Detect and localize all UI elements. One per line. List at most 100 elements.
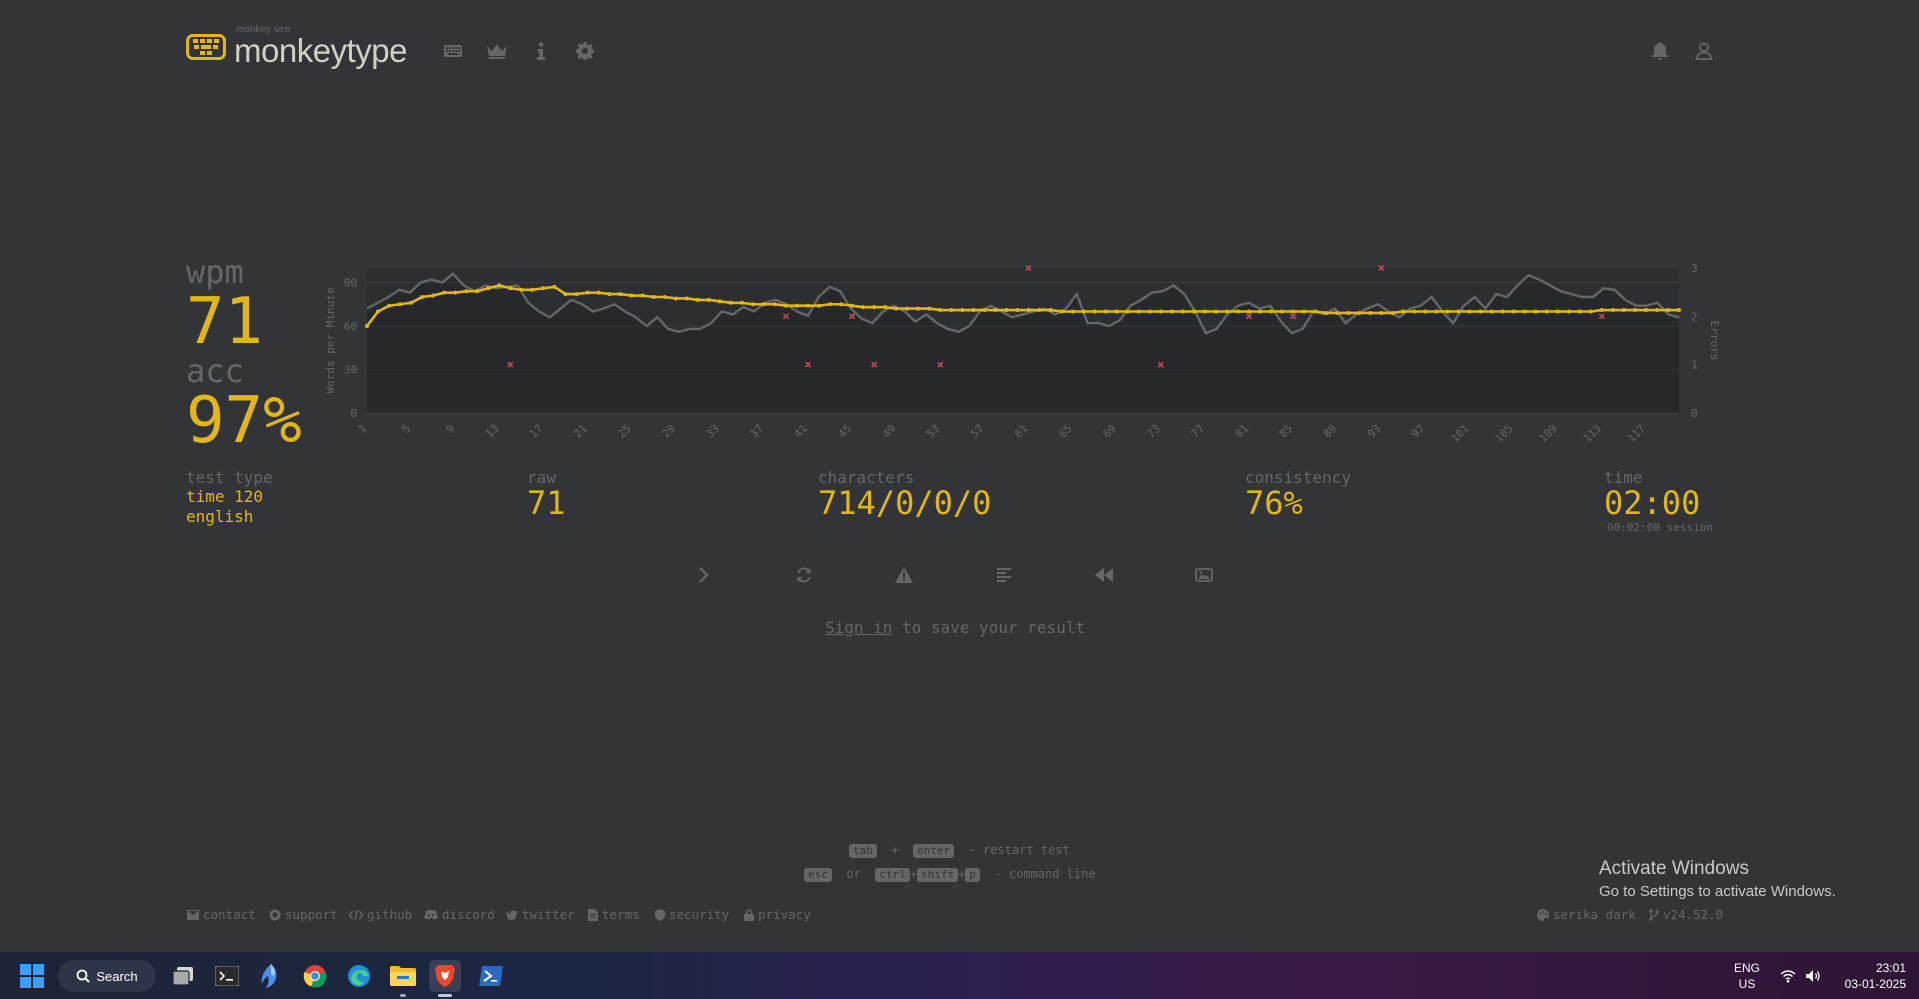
language-indicator[interactable]: ENG US [1734, 960, 1760, 992]
wpm-point [596, 290, 601, 295]
chrome-icon[interactable] [299, 960, 331, 992]
wpm-point [552, 284, 557, 289]
footer-version-link[interactable]: v24.52.0 [1649, 907, 1723, 922]
task-view-icon[interactable] [167, 960, 199, 992]
file-explorer-icon[interactable] [387, 960, 419, 997]
wpm-point [1037, 308, 1042, 313]
result-chart: 0 30 60 90 0 1 2 3 1 5 9 13 17 21 25 29 33 37 41 45 49 53 57 61… [324, 262, 1721, 445]
wpm-point [949, 308, 954, 313]
git-branch-icon [1649, 908, 1659, 921]
restart-test-button[interactable] [784, 560, 824, 590]
x-tick-label: 53 [924, 422, 943, 441]
x-tick-label: 33 [703, 422, 722, 441]
y-axis-label: Words per Minute [324, 288, 337, 394]
x-tick-label: 81 [1233, 422, 1252, 441]
terminal-icon[interactable] [211, 960, 243, 992]
account-user-icon[interactable] [1693, 40, 1715, 62]
clock-time: 23:01 [1875, 961, 1906, 975]
esc-key: esc [804, 868, 832, 882]
notification-bell-icon[interactable] [1649, 40, 1671, 62]
footer-contact-link[interactable]: contact [187, 907, 256, 922]
sign-in-link[interactable]: Sign in [825, 618, 892, 637]
footer-support-link[interactable]: support [269, 907, 338, 922]
activate-windows-subtitle: Go to Settings to activate Windows. [1599, 883, 1836, 900]
edge-icon[interactable] [343, 960, 375, 992]
taskbar-search-button[interactable]: Search [58, 960, 156, 992]
taskbar-clock[interactable]: 23:01 03-01-2025 [1836, 960, 1906, 992]
windows-start-icon[interactable] [16, 960, 48, 992]
wpm-point [695, 297, 700, 302]
app-bird-icon[interactable] [255, 960, 287, 992]
wpm-point [993, 308, 998, 313]
info-icon[interactable] [530, 40, 552, 62]
footer-security-link[interactable]: security [655, 907, 729, 922]
wpm-point [1368, 310, 1373, 315]
restart-hint-text: - restart test [968, 843, 1070, 857]
footer-github-link[interactable]: github [349, 907, 412, 922]
logo[interactable]: monkey see monkeytype [186, 24, 407, 67]
wpm-point [1555, 309, 1560, 314]
wpm-point [398, 302, 403, 307]
wpm-point [706, 297, 711, 302]
restart-hint: tab + enter - restart test [849, 843, 1070, 858]
wpm-point [817, 303, 822, 308]
wpm-point [1346, 310, 1351, 315]
wpm-point [916, 306, 921, 311]
wpm-point [1059, 309, 1064, 314]
wpm-point [1247, 309, 1252, 314]
wpm-point [1202, 309, 1207, 314]
footer-privacy-link[interactable]: privacy [744, 907, 811, 922]
plus-sign: + [958, 867, 966, 881]
wpm-point [1280, 309, 1285, 314]
y2-tick-label: 0 [1691, 407, 1698, 420]
wpm-point [1324, 310, 1329, 315]
y-tick-label: 0 [350, 407, 357, 420]
wpm-point [1269, 309, 1274, 314]
y-tick-label: 60 [344, 320, 357, 333]
accuracy-label: acc [186, 352, 244, 390]
wpm-point [1136, 309, 1141, 314]
footer-terms-link[interactable]: terms [588, 907, 640, 922]
test-type-language: english [186, 507, 254, 526]
next-test-button[interactable] [684, 560, 724, 590]
time-value: 02:00 [1604, 484, 1701, 522]
x-tick-label: 61 [1012, 422, 1031, 441]
wpm-point [894, 306, 899, 311]
x-tick-label: 1 [355, 422, 369, 436]
brave-browser-icon[interactable] [429, 960, 461, 997]
wpm-point [783, 303, 788, 308]
wpm-point [938, 308, 943, 313]
crown-icon[interactable] [486, 40, 508, 62]
twitter-bird-icon [506, 909, 518, 920]
wpm-point [794, 303, 799, 308]
footer-discord-link[interactable]: discord [424, 907, 495, 922]
wpm-point [1434, 309, 1439, 314]
wpm-point [1026, 308, 1031, 313]
keyboard-icon[interactable] [442, 40, 464, 62]
wpm-point [365, 324, 369, 328]
practice-words-button[interactable] [884, 560, 924, 590]
x-tick-label: 85 [1277, 422, 1296, 441]
taskbar-search-label: Search [96, 968, 138, 984]
y-tick-label: 90 [344, 277, 357, 290]
wpm-point [1191, 309, 1196, 314]
session-time: 00:02:00 session [1607, 521, 1713, 534]
discord-icon [424, 909, 438, 919]
footer-twitter-link[interactable]: twitter [506, 907, 575, 922]
watch-replay-button[interactable] [1084, 560, 1124, 590]
powershell-icon[interactable] [475, 960, 507, 992]
words-history-button[interactable] [984, 560, 1024, 590]
wpm-point [387, 303, 392, 308]
settings-gear-icon[interactable] [574, 40, 596, 62]
footer-theme-button[interactable]: serika dark [1537, 907, 1636, 922]
wpm-point [1004, 308, 1009, 313]
x-tick-label: 65 [1056, 422, 1075, 441]
raw-block: raw 71 [527, 468, 566, 519]
x-tick-label: 29 [659, 422, 678, 441]
wpm-point [1335, 310, 1340, 315]
shift-key: shift [916, 868, 959, 882]
save-screenshot-button[interactable] [1184, 560, 1224, 590]
wpm-point [1081, 309, 1086, 314]
palette-icon [1537, 908, 1549, 921]
wpm-point [971, 308, 976, 313]
